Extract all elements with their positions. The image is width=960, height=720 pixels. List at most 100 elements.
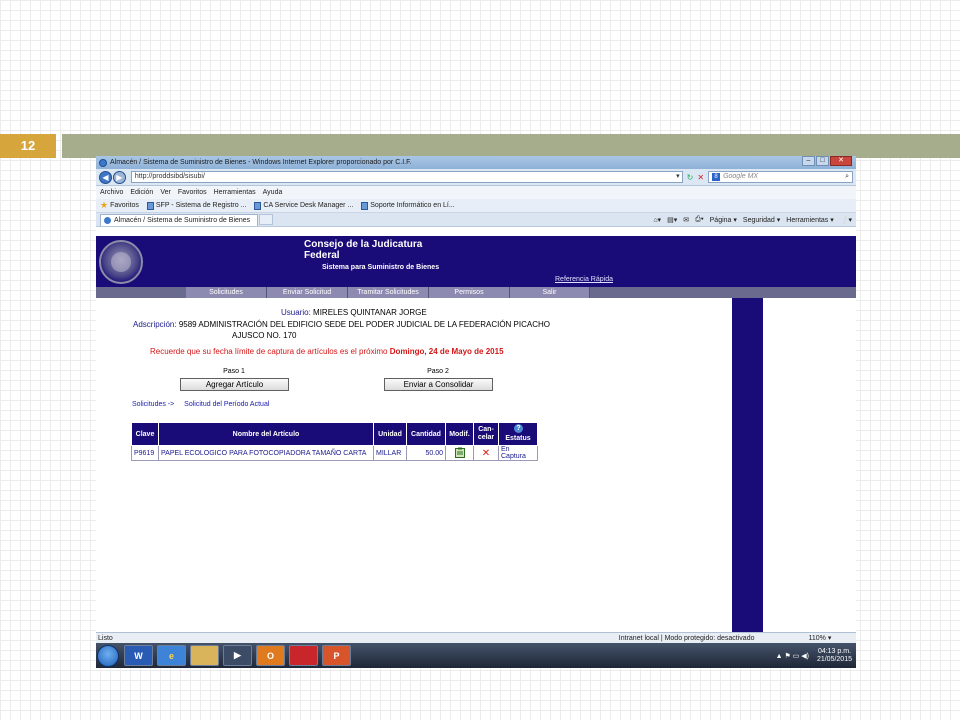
search-engine-icon: 8 [712, 173, 721, 181]
articles-table: Clave Nombre del Artículo Unidad Cantida… [131, 422, 538, 461]
adscripcion-info: Adscripción: 9589 ADMINISTRACIÓN DEL EDI… [133, 319, 573, 341]
search-placeholder: Google MX [723, 173, 759, 180]
forward-button[interactable]: ▶ [112, 170, 126, 184]
favorite-link-ca[interactable]: CA Service Desk Manager ... [254, 201, 354, 210]
cell-modif [445, 445, 474, 461]
folder-taskbar-icon[interactable] [190, 645, 219, 666]
acrobat-taskbar-icon[interactable] [289, 645, 318, 666]
media-player-taskbar-icon[interactable]: ▶ [223, 645, 252, 666]
menu-ayuda[interactable]: Ayuda [263, 189, 283, 196]
cell-cantidad: 50.00 [406, 445, 446, 461]
user-label: Usuario: [281, 308, 311, 317]
col-cancelar: Can-celar [473, 422, 499, 446]
feeds-icon[interactable]: ▤▾ [667, 216, 677, 224]
favorites-button[interactable]: ★ Favoritos [100, 200, 139, 211]
cell-unidad: MILLAR [373, 445, 407, 461]
ie-taskbar-icon[interactable]: e [157, 645, 186, 666]
menu-edicion[interactable]: Edición [130, 189, 153, 196]
breadcrumb-current: Solicitud del Período Actual [184, 401, 270, 408]
ie-icon [99, 158, 107, 167]
menu-favoritos[interactable]: Favoritos [178, 189, 207, 196]
site-nav: Solicitudes Enviar Solicitud Tramitar So… [96, 287, 856, 298]
clock[interactable]: 04:13 p.m. 21/05/2015 [817, 648, 852, 664]
favorite-link-sfp[interactable]: SFP - Sistema de Registro ... [146, 201, 247, 210]
help-icon[interactable]: ? [514, 424, 523, 433]
favorite-link-soporte[interactable]: Soporte Informático en Lí... [361, 201, 455, 210]
word-taskbar-icon[interactable]: W [124, 645, 153, 666]
adscripcion-cont: AJUSCO NO. 170 [232, 331, 297, 340]
col-estatus: ? Estatus [498, 422, 538, 446]
start-button[interactable] [97, 644, 119, 667]
help-menu[interactable]: ❔▾ [840, 216, 852, 224]
favorites-label: Favoritos [110, 202, 139, 209]
page-icon [361, 201, 369, 210]
user-info: Usuario: MIRELES QUINTANAR JORGE [281, 308, 427, 317]
page-icon [146, 201, 154, 210]
send-consolidate-button[interactable]: Enviar a Consolidar [384, 378, 493, 391]
add-article-button[interactable]: Agregar Artículo [180, 378, 289, 391]
powerpoint-taskbar-icon[interactable]: P [322, 645, 351, 666]
maximize-button[interactable]: □ [816, 156, 829, 166]
breadcrumb-root[interactable]: Solicitudes -> [132, 401, 174, 408]
menu-bar: Archivo Edición Ver Favoritos Herramient… [96, 186, 856, 199]
org-title: Consejo de la Judicatura Federal [304, 239, 423, 261]
zoom-level[interactable]: 110% ▾ [808, 634, 831, 642]
search-icon[interactable]: ⌕ [845, 172, 849, 182]
print-icon[interactable]: ⎙▾ [695, 216, 704, 224]
url-dropdown-icon[interactable]: ▾ [676, 172, 680, 182]
security-menu[interactable]: Seguridad ▾ [743, 216, 780, 224]
quick-reference-link[interactable]: Referencia Rápida [555, 276, 613, 283]
new-tab-button[interactable] [259, 214, 273, 225]
cancel-icon[interactable]: ✕ [473, 445, 499, 461]
nav-permisos[interactable]: Permisos [429, 287, 510, 298]
mail-icon[interactable]: ✉ [683, 216, 689, 224]
favorite-link-label: CA Service Desk Manager ... [263, 202, 354, 209]
nav-solicitudes[interactable]: Solicitudes [186, 287, 267, 298]
reminder-date: Domingo, 24 de Mayo de 2015 [389, 347, 504, 356]
step1-label: Paso 1 [223, 368, 245, 375]
menu-ver[interactable]: Ver [160, 189, 171, 196]
url-input[interactable]: http://proddsibd/sisubi/ ▾ [130, 171, 683, 183]
site-header: Consejo de la Judicatura Federal Sistema… [96, 236, 856, 287]
favorite-link-label: SFP - Sistema de Registro ... [155, 202, 247, 209]
menu-herramientas[interactable]: Herramientas [214, 189, 256, 196]
address-bar: ◀ ▶ http://proddsibd/sisubi/ ▾ ↻ ✕ 8 Goo… [96, 169, 856, 186]
tab-bar: Almacén / Sistema de Suministro de Biene… [96, 213, 856, 227]
stop-icon[interactable]: ✕ [697, 173, 704, 182]
star-icon: ★ [100, 200, 109, 210]
tools-menu[interactable]: Herramientas ▾ [786, 216, 833, 224]
col-nombre: Nombre del Artículo [158, 422, 374, 446]
minimize-button[interactable]: – [802, 156, 815, 166]
page-menu[interactable]: Página ▾ [710, 216, 737, 224]
nav-salir[interactable]: Salir [510, 287, 590, 298]
table-row: P9619 PAPEL ECOLOGICO PARA FOTOCOPIADORA… [131, 445, 538, 461]
window-title: Almacén / Sistema de Suministro de Biene… [110, 159, 412, 166]
refresh-icon[interactable]: ↻ [687, 173, 694, 182]
cell-clave: P9619 [131, 445, 159, 461]
main-content: Usuario: MIRELES QUINTANAR JORGE Adscrip… [96, 298, 732, 632]
command-bar: ⌂▾ ▤▾ ✉ ⎙▾ Página ▾ Seguridad ▾ Herramie… [647, 216, 852, 224]
breadcrumb: Solicitudes -> Solicitud del Período Act… [132, 401, 269, 408]
tab-almacen[interactable]: Almacén / Sistema de Suministro de Biene… [100, 213, 258, 226]
table-header-row: Clave Nombre del Artículo Unidad Cantida… [131, 422, 538, 446]
status-text: Listo [98, 634, 113, 642]
web-page: Consejo de la Judicatura Federal Sistema… [96, 236, 856, 632]
favorite-link-label: Soporte Informático en Lí... [370, 202, 455, 209]
outlook-taskbar-icon[interactable]: O [256, 645, 285, 666]
adscripcion-label: Adscripción: [133, 320, 177, 329]
nav-tramitar-solicitudes[interactable]: Tramitar Solicitudes [348, 287, 429, 298]
search-input[interactable]: 8 Google MX ⌕ [708, 171, 854, 183]
ie-icon [104, 216, 111, 224]
window-controls: – □ ✕ [801, 156, 852, 166]
status-bar: Listo Intranet local | Modo protegido: d… [96, 632, 856, 643]
close-button[interactable]: ✕ [830, 156, 852, 166]
edit-clipboard-icon[interactable] [454, 447, 465, 458]
tray-icons[interactable]: ▲ ⚑ ▭ ◀) [776, 652, 809, 660]
nav-enviar-solicitud[interactable]: Enviar Solicitud [267, 287, 348, 298]
back-button[interactable]: ◀ [99, 170, 112, 184]
system-tray: ▲ ⚑ ▭ ◀) 04:13 p.m. 21/05/2015 [776, 648, 852, 664]
home-icon[interactable]: ⌂▾ [653, 216, 661, 224]
menu-archivo[interactable]: Archivo [100, 189, 123, 196]
clock-date: 21/05/2015 [816, 655, 852, 663]
col-estatus-label: Estatus [505, 435, 531, 442]
